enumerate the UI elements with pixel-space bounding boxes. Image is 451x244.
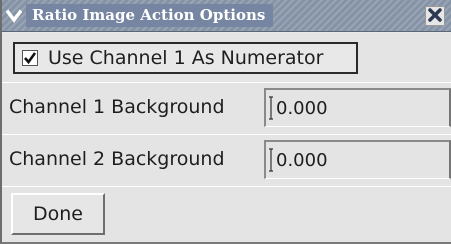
chevron-down-icon[interactable] — [6, 8, 22, 24]
channel2-background-row: Channel 2 Background — [2, 135, 451, 187]
channel1-background-label: Channel 1 Background — [9, 96, 225, 118]
title-bar[interactable]: Ratio Image Action Options — [2, 0, 451, 32]
numerator-row: Use Channel 1 As Numerator — [2, 33, 451, 83]
dialog-window: Ratio Image Action Options Use Channel 1… — [0, 0, 451, 244]
checkmark-icon — [24, 52, 37, 65]
close-icon — [428, 7, 442, 26]
use-channel1-numerator-toggle[interactable]: Use Channel 1 As Numerator — [13, 42, 358, 74]
close-button[interactable] — [425, 6, 445, 26]
channel2-background-label: Channel 2 Background — [9, 148, 225, 170]
use-channel1-numerator-checkbox[interactable] — [22, 50, 38, 66]
options-panel: Use Channel 1 As Numerator Channel 1 Bac… — [2, 33, 451, 242]
channel1-background-input[interactable] — [264, 88, 451, 127]
button-row: Done — [2, 187, 451, 242]
done-button[interactable]: Done — [11, 193, 105, 235]
channel2-background-input[interactable] — [264, 140, 451, 179]
channel1-background-row: Channel 1 Background — [2, 83, 451, 135]
window-title: Ratio Image Action Options — [26, 4, 274, 27]
use-channel1-numerator-label: Use Channel 1 As Numerator — [48, 47, 324, 69]
